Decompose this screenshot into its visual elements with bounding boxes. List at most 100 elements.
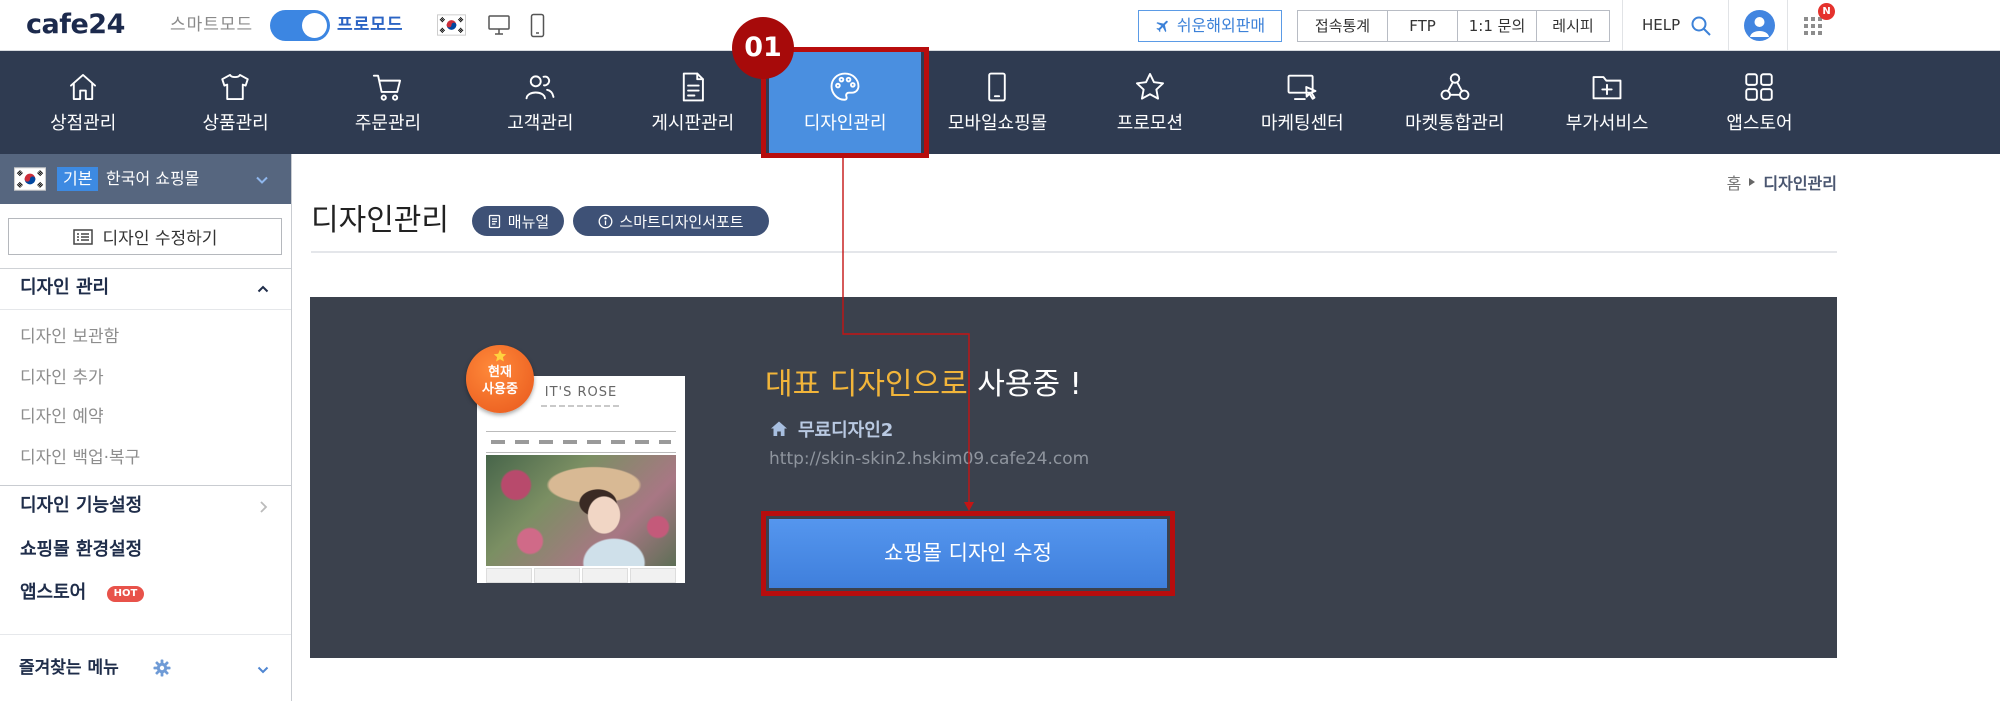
shop-default-badge: 기본 — [57, 167, 99, 191]
user-avatar-icon[interactable] — [1744, 10, 1775, 41]
divider — [0, 309, 291, 310]
global-sell-button[interactable]: 쉬운해외판매 — [1138, 10, 1282, 42]
sidebar-subitem-add-design[interactable]: 디자인 추가 — [20, 363, 104, 393]
korea-flag-icon[interactable] — [437, 14, 466, 36]
thumbnail-tagline — [541, 405, 621, 407]
breadcrumb-separator-icon — [1749, 178, 1756, 186]
sidebar-item-shop-settings[interactable]: 쇼핑몰 환경설정 — [20, 535, 142, 565]
hot-badge: HOT — [107, 586, 144, 602]
nav-item-orders[interactable]: 주문관리 — [312, 51, 464, 154]
mobile-icon — [980, 70, 1014, 104]
nav-item-label: 고객관리 — [507, 113, 574, 134]
airplane-icon — [1156, 20, 1168, 33]
sidebar-subitem-design-storage[interactable]: 디자인 보관함 — [20, 322, 119, 352]
cart-icon — [371, 70, 405, 104]
ftp-link[interactable]: FTP — [1387, 11, 1457, 41]
design-name: 무료디자인2 — [798, 420, 894, 441]
gear-icon[interactable] — [153, 659, 171, 677]
recipe-link[interactable]: 레시피 — [1536, 11, 1609, 41]
nav-item-label: 주문관리 — [354, 113, 422, 134]
nav-item-label: 모바일쇼핑몰 — [947, 113, 1048, 134]
divider — [311, 251, 1837, 253]
edit-design-button[interactable]: 디자인 수정하기 — [8, 218, 282, 255]
design-status-headline: 대표 디자인으로 사용중 ! — [765, 366, 1082, 404]
breadcrumb-current: 디자인관리 — [1763, 174, 1837, 193]
nav-item-promotion[interactable]: 프로모션 — [1074, 51, 1226, 154]
apps-menu-icon[interactable] — [1803, 16, 1823, 36]
sidebar-section-design-management[interactable]: 디자인 관리 — [20, 271, 109, 305]
manual-button[interactable]: 매뉴얼 — [472, 206, 564, 236]
folder-plus-icon — [1590, 70, 1624, 104]
shop-name: 한국어 쇼핑몰 — [106, 169, 200, 188]
list-icon — [72, 228, 93, 245]
network-icon — [1438, 70, 1472, 104]
nav-item-label: 마케팅센터 — [1260, 113, 1344, 134]
cafe24-logo[interactable]: cafe24 — [26, 8, 125, 42]
top-links: 접속통계 FTP 1:1 문의 레시피 — [1297, 10, 1610, 42]
monitor-cursor-icon — [1285, 70, 1319, 104]
main-nav: 상점관리 상품관리 주문관리 고객관리 게시판관리 디자인관리 모바일쇼핑몰 프… — [0, 51, 2000, 154]
home-icon — [66, 70, 100, 104]
board-icon — [676, 70, 710, 104]
chevron-right-icon — [258, 499, 270, 513]
nav-item-label: 상점관리 — [50, 113, 117, 134]
sidebar-item-design-features[interactable]: 디자인 기능설정 — [20, 491, 142, 521]
pro-mode-label[interactable]: 프로모드 — [337, 0, 404, 51]
apps-grid-icon — [1742, 70, 1776, 104]
top-bar: cafe24 스마트모드 프로모드 쉬운해외판매 접속통계 FTP 1:1 문의… — [0, 0, 2000, 51]
breadcrumb-home[interactable]: 홈 — [1727, 170, 1742, 194]
design-name-row: 무료디자인2 — [770, 418, 894, 441]
thumbnail-rule — [486, 431, 676, 432]
nav-item-label: 상품관리 — [202, 113, 269, 134]
breadcrumb: 홈 디자인관리 — [1727, 170, 1837, 194]
divider — [0, 268, 291, 269]
star-icon — [1133, 70, 1167, 104]
nav-item-market-integration[interactable]: 마켓통합관리 — [1379, 51, 1531, 154]
notification-badge: N — [1818, 3, 1835, 20]
badge-line-1: 현재 — [488, 365, 512, 380]
access-stats-link[interactable]: 접속통계 — [1298, 11, 1387, 41]
support-label: 스마트디자인서포트 — [619, 212, 744, 231]
design-url[interactable]: http://skin-skin2.hskim09.cafe24.com — [769, 448, 1089, 470]
pc-view-icon[interactable] — [487, 14, 511, 36]
nav-item-label: 앱스토어 — [1726, 113, 1793, 134]
nav-item-appstore[interactable]: 앱스토어 — [1683, 51, 1835, 154]
users-icon — [523, 70, 557, 104]
document-icon — [488, 214, 500, 228]
nav-item-mobile[interactable]: 모바일쇼핑몰 — [921, 51, 1073, 154]
chevron-up-icon[interactable] — [256, 281, 270, 295]
chevron-down-icon[interactable] — [256, 662, 270, 676]
inquiry-link[interactable]: 1:1 문의 — [1457, 11, 1536, 41]
chevron-down-icon[interactable] — [254, 172, 270, 188]
divider — [0, 485, 291, 486]
thumbnail-grid — [486, 568, 676, 583]
nav-item-addons[interactable]: 부가서비스 — [1531, 51, 1683, 154]
help-link[interactable]: HELP — [1642, 0, 1680, 51]
search-icon[interactable] — [1690, 15, 1712, 37]
annotation-highlight-button — [761, 511, 1175, 596]
shirt-icon — [218, 70, 252, 104]
smart-design-support-button[interactable]: 스마트디자인서포트 — [573, 206, 769, 236]
nav-item-customers[interactable]: 고객관리 — [464, 51, 616, 154]
edit-design-label: 디자인 수정하기 — [102, 229, 218, 249]
favorites-menu[interactable]: 즐겨찾는 메뉴 — [19, 653, 119, 683]
manual-label: 매뉴얼 — [507, 212, 550, 231]
divider — [0, 634, 291, 635]
nav-item-shop[interactable]: 상점관리 — [7, 51, 159, 154]
sidebar-item-appstore[interactable]: 앱스토어 — [20, 578, 86, 608]
thumbnail-photo — [486, 455, 676, 566]
nav-item-marketing[interactable]: 마케팅센터 — [1226, 51, 1378, 154]
info-icon — [598, 214, 613, 228]
sidebar-subitem-design-schedule[interactable]: 디자인 예약 — [20, 402, 104, 432]
mode-toggle[interactable] — [270, 10, 330, 41]
smart-mode-label[interactable]: 스마트모드 — [170, 0, 253, 51]
divider — [1728, 0, 1729, 50]
korea-flag-icon — [14, 167, 46, 191]
sidebar-subitem-design-backup[interactable]: 디자인 백업·복구 — [20, 443, 140, 473]
badge-line-2: 사용중 — [482, 382, 518, 397]
page-title: 디자인관리 — [311, 203, 449, 238]
nav-item-products[interactable]: 상품관리 — [159, 51, 311, 154]
divider — [1622, 0, 1623, 50]
headline-highlight: 대표 디자인으로 — [765, 367, 968, 402]
mobile-view-icon[interactable] — [530, 13, 545, 38]
